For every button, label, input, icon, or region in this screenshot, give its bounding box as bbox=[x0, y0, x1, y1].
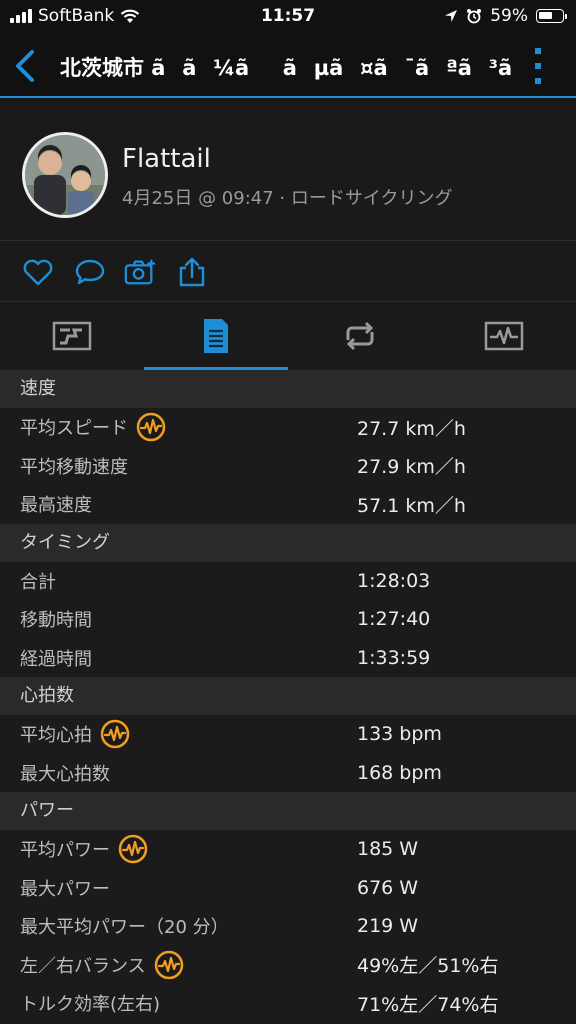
stat-label-wrap: 平均パワー bbox=[20, 830, 148, 869]
stat-value: 133 bpm bbox=[357, 723, 442, 746]
battery-icon bbox=[536, 9, 567, 23]
stat-label-wrap: 最高速度 bbox=[20, 485, 92, 524]
stat-label-wrap: トルク効率(左右) bbox=[20, 984, 160, 1023]
tab-details[interactable] bbox=[144, 302, 288, 370]
details-icon bbox=[204, 319, 228, 353]
location-icon bbox=[445, 10, 458, 22]
stat-label-wrap: 左／右バランス bbox=[20, 946, 184, 985]
activity-tabs bbox=[0, 302, 576, 370]
stat-row: 最大パワー 676 W bbox=[0, 869, 576, 908]
section-header: 心拍数 bbox=[0, 677, 576, 715]
stat-value: 27.9 km／h bbox=[357, 456, 466, 479]
stat-label: 平均移動速度 bbox=[20, 456, 128, 478]
section-header: パワー bbox=[0, 792, 576, 830]
stat-row: 経過時間 1:33:59 bbox=[0, 639, 576, 678]
stat-row: 最高速度 57.1 km／h bbox=[0, 485, 576, 524]
stat-row: トルク効率(左右) 71%左／74%右 bbox=[0, 984, 576, 1023]
user-name[interactable]: Flattail bbox=[122, 144, 211, 174]
chart-icon bbox=[484, 321, 524, 351]
stat-label: トルク効率(左右) bbox=[20, 994, 161, 1016]
comment-icon[interactable] bbox=[74, 257, 106, 287]
stat-value: 1:27:40 bbox=[357, 608, 431, 631]
status-bar: SoftBank 11:57 59% bbox=[0, 0, 576, 34]
stat-row: 移動時間 1:27:40 bbox=[0, 600, 576, 639]
stat-row: 平均パワー 185 W bbox=[0, 830, 576, 869]
stat-value: 185 W bbox=[357, 838, 419, 861]
stat-value: 49%左／51%右 bbox=[357, 955, 499, 978]
pulse-badge-icon[interactable] bbox=[100, 719, 130, 749]
stat-label: 最高速度 bbox=[20, 495, 92, 517]
stat-label-wrap: 経過時間 bbox=[20, 639, 92, 678]
action-bar bbox=[0, 240, 576, 302]
pulse-badge-icon[interactable] bbox=[118, 834, 148, 864]
section-header: 速度 bbox=[0, 370, 576, 408]
pulse-badge-icon[interactable] bbox=[154, 950, 184, 980]
battery-percent: 59% bbox=[490, 6, 528, 26]
stat-label: 平均パワー bbox=[20, 840, 110, 862]
camera-add-icon[interactable] bbox=[124, 257, 156, 287]
stat-label: 平均スピード bbox=[20, 418, 128, 440]
stat-label-wrap: 移動時間 bbox=[20, 600, 92, 639]
stat-label: 左／右バランス bbox=[20, 955, 146, 977]
status-right: 59% bbox=[444, 6, 567, 26]
avatar-photo bbox=[25, 135, 105, 215]
tab-overview[interactable] bbox=[0, 302, 144, 370]
overview-icon bbox=[52, 321, 92, 351]
stat-row: 最大心拍数 168 bpm bbox=[0, 754, 576, 793]
stat-label: 合計 bbox=[20, 571, 56, 593]
stat-label: 経過時間 bbox=[20, 648, 92, 670]
stat-label-wrap: 平均スピード bbox=[20, 408, 166, 447]
stat-label: 最大パワー bbox=[20, 878, 110, 900]
stat-label-wrap: 最大パワー bbox=[20, 869, 110, 908]
stat-label-wrap: 平均心拍 bbox=[20, 715, 130, 754]
stat-label: 最大心拍数 bbox=[20, 763, 110, 785]
stat-value: 1:28:03 bbox=[357, 569, 431, 592]
stat-value: 168 bpm bbox=[357, 761, 442, 784]
avatar[interactable] bbox=[22, 132, 108, 218]
stat-label-wrap: 最大平均パワー（20 分） bbox=[20, 907, 229, 946]
heart-icon[interactable] bbox=[22, 257, 54, 287]
stat-value: 71%左／74%右 bbox=[357, 993, 499, 1016]
stat-label: 移動時間 bbox=[20, 610, 92, 632]
back-chevron-icon[interactable] bbox=[10, 48, 40, 84]
stats-list: 速度 平均スピード 27.7 km／h 平均移動速度 27.9 km／h 最高速度 57.… bbox=[0, 370, 576, 1024]
stat-row: 最大平均パワー（20 分） 219 W bbox=[0, 907, 576, 946]
stat-value: 676 W bbox=[357, 876, 419, 899]
stat-label: 最大平均パワー（20 分） bbox=[20, 917, 229, 939]
more-vertical-icon[interactable] bbox=[534, 48, 542, 84]
alarm-icon bbox=[467, 9, 482, 24]
stat-row: 左／右バランス 49%左／51%右 bbox=[0, 946, 576, 985]
stat-value: 57.1 km／h bbox=[357, 494, 466, 517]
stat-label-wrap: 平均移動速度 bbox=[20, 447, 128, 486]
tab-charts[interactable] bbox=[432, 302, 576, 370]
stat-value: 1:33:59 bbox=[357, 646, 431, 669]
stat-row: 合計 1:28:03 bbox=[0, 562, 576, 601]
activity-profile: Flattail 4月25日 @ 09:47 · ロードサイクリング bbox=[0, 100, 576, 240]
stat-value: 219 W bbox=[357, 915, 419, 938]
stat-label-wrap: 合計 bbox=[20, 562, 56, 601]
app-header: 北茨城市 ã­ã¼ããµã¤ã¯ãªã³ã° bbox=[0, 34, 576, 98]
page-title: 北茨城市 ã­ã¼ããµã¤ã¯ãªã³ã° bbox=[60, 56, 516, 80]
activity-subtitle: 4月25日 @ 09:47 · ロードサイクリング bbox=[122, 188, 453, 209]
stat-row: 平均心拍 133 bpm bbox=[0, 715, 576, 754]
stat-row: 平均スピード 27.7 km／h bbox=[0, 408, 576, 447]
pulse-badge-icon[interactable] bbox=[136, 412, 166, 442]
stat-value: 27.7 km／h bbox=[357, 417, 466, 440]
stat-label-wrap: 最大心拍数 bbox=[20, 754, 110, 793]
stat-row: 平均移動速度 27.9 km／h bbox=[0, 447, 576, 486]
stat-label: 平均心拍 bbox=[20, 725, 92, 747]
section-header: タイミング bbox=[0, 523, 576, 562]
share-icon[interactable] bbox=[176, 257, 208, 287]
tab-laps[interactable] bbox=[288, 302, 432, 370]
laps-icon bbox=[346, 321, 374, 351]
